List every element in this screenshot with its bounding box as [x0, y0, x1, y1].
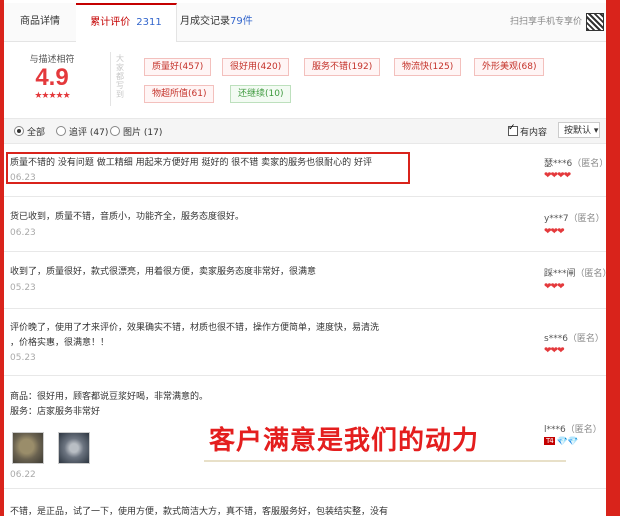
review-text: 商品：很好用，顾客都说豆浆好喝，非常满意的。 服务：店家服务非常好 — [10, 392, 209, 417]
reviewer-level-icon: ❤❤❤ — [544, 346, 565, 356]
reviewer-level-icon: ❤❤❤ — [544, 282, 565, 292]
review-item: 货已收到，质量不错，音质小，功能齐全，服务态度很好。 06.23 y***7（匿… — [4, 197, 606, 252]
review-date: 06.23 — [10, 228, 36, 238]
reviewer-name: 瑟***6（匿名） — [544, 159, 606, 169]
review-item: 收到了，质量很好，款式很漂亮，用着很方便，卖家服务态度非常好，很满意 05.23… — [4, 252, 606, 309]
review-tag[interactable]: 物超所值(61) — [144, 85, 215, 103]
right-frame-border — [606, 0, 620, 516]
promo-banner-text: 客户满意是我们的动力 — [209, 426, 480, 456]
tab-sales-label: 月成交记录 — [180, 16, 230, 27]
review-photo[interactable] — [58, 432, 90, 464]
review-text: 评价晚了，使用了才来评价，效果确实不错，材质也很不错，操作方便简单，速度快，易清… — [10, 323, 380, 348]
tab-bar: 商品详情 累计评价 2311 月成交记录79件 扫扫享手机专享价 — [4, 3, 606, 42]
review-item: 不错，是正品，试了一下，使用方便，款式简洁大方，真不错，客服服务好，包装结实整，… — [4, 489, 606, 516]
review-tag[interactable]: 物流快(125) — [394, 58, 462, 76]
review-date: 05.23 — [10, 353, 36, 363]
scan-text: 扫扫享手机专享价 — [509, 17, 582, 27]
review-tag[interactable]: 还继续(10) — [230, 85, 292, 103]
rating-stars-icon: ★★★★★ — [34, 91, 70, 101]
review-text: 不错，是正品，试了一下，使用方便，款式简洁大方，真不错，客服服务好，包装结实整，… — [10, 507, 389, 516]
review-date: 06.22 — [10, 470, 36, 480]
product-reviews-panel: 商品详情 累计评价 2311 月成交记录79件 扫扫享手机专享价 与描述相符 4.… — [4, 0, 606, 516]
checkbox-checked-icon — [508, 123, 518, 136]
vip-badge: T4 — [544, 437, 555, 445]
review-photo[interactable] — [12, 432, 44, 464]
radio-icon — [56, 126, 66, 136]
review-tag[interactable]: 很好用(420) — [222, 58, 290, 76]
review-tag[interactable]: 外形美观(68) — [474, 58, 545, 76]
reviewer-level-icon: ❤❤❤ — [544, 227, 565, 237]
filter-followup-radio[interactable]: 追评 (47) — [56, 125, 108, 138]
filter-all-radio[interactable]: 全部 — [14, 125, 45, 138]
review-filter-bar: 全部 追评 (47) 图片 (17) 有内容 按默认 ▾ — [4, 118, 606, 144]
review-date: 05.23 — [10, 283, 36, 293]
review-item: 评价晚了，使用了才来评价，效果确实不错，材质也很不错，操作方便简单，速度快，易清… — [4, 309, 606, 376]
rating-score: 4.9 — [35, 64, 69, 91]
tab-reviews-label: 累计评价 — [90, 17, 131, 28]
tab-monthly-sales[interactable]: 月成交记录79件 — [180, 3, 290, 41]
mobile-scan-link[interactable]: 扫扫享手机专享价 — [510, 3, 604, 41]
reviewer-level-icon: T4 💎💎 — [544, 437, 578, 447]
tab-cumulative-reviews[interactable]: 累计评价 2311 — [76, 3, 177, 42]
radio-icon — [110, 126, 120, 136]
review-text: 收到了，质量很好，款式很漂亮，用着很方便，卖家服务态度非常好，很满意 — [10, 267, 317, 277]
highlight-box — [6, 152, 410, 184]
reviewer-name: l***6（匿名） — [544, 425, 602, 435]
tab-reviews-count: 2311 — [136, 17, 162, 28]
review-text: 货已收到，质量不错，音质小，功能齐全，服务态度很好。 — [10, 212, 245, 222]
sort-dropdown[interactable]: 按默认 ▾ — [558, 122, 600, 138]
reviewer-name: 踩***闸（匿名） — [544, 269, 606, 279]
filter-images-radio[interactable]: 图片 (17) — [110, 125, 162, 138]
review-tag[interactable]: 服务不错(192) — [304, 58, 381, 76]
rating-summary: 与描述相符 4.9 ★★★★★ — [12, 52, 92, 101]
tab-product-details[interactable]: 商品详情 — [4, 3, 77, 41]
reviewer-name: s***6（匿名） — [544, 334, 604, 344]
reviewer-name: y***7（匿名） — [544, 214, 605, 224]
tab-sales-count: 79件 — [230, 16, 253, 27]
tags-side-label: 大家都写到 — [116, 54, 124, 99]
review-tag[interactable]: 质量好(457) — [144, 58, 212, 76]
summary-divider — [110, 52, 111, 106]
reviewer-level-icon: ❤❤❤❤ — [544, 171, 571, 181]
qr-code-icon — [586, 12, 604, 31]
banner-underline — [204, 460, 566, 462]
radio-selected-icon — [14, 126, 24, 136]
has-content-checkbox[interactable]: 有内容 — [508, 123, 547, 138]
